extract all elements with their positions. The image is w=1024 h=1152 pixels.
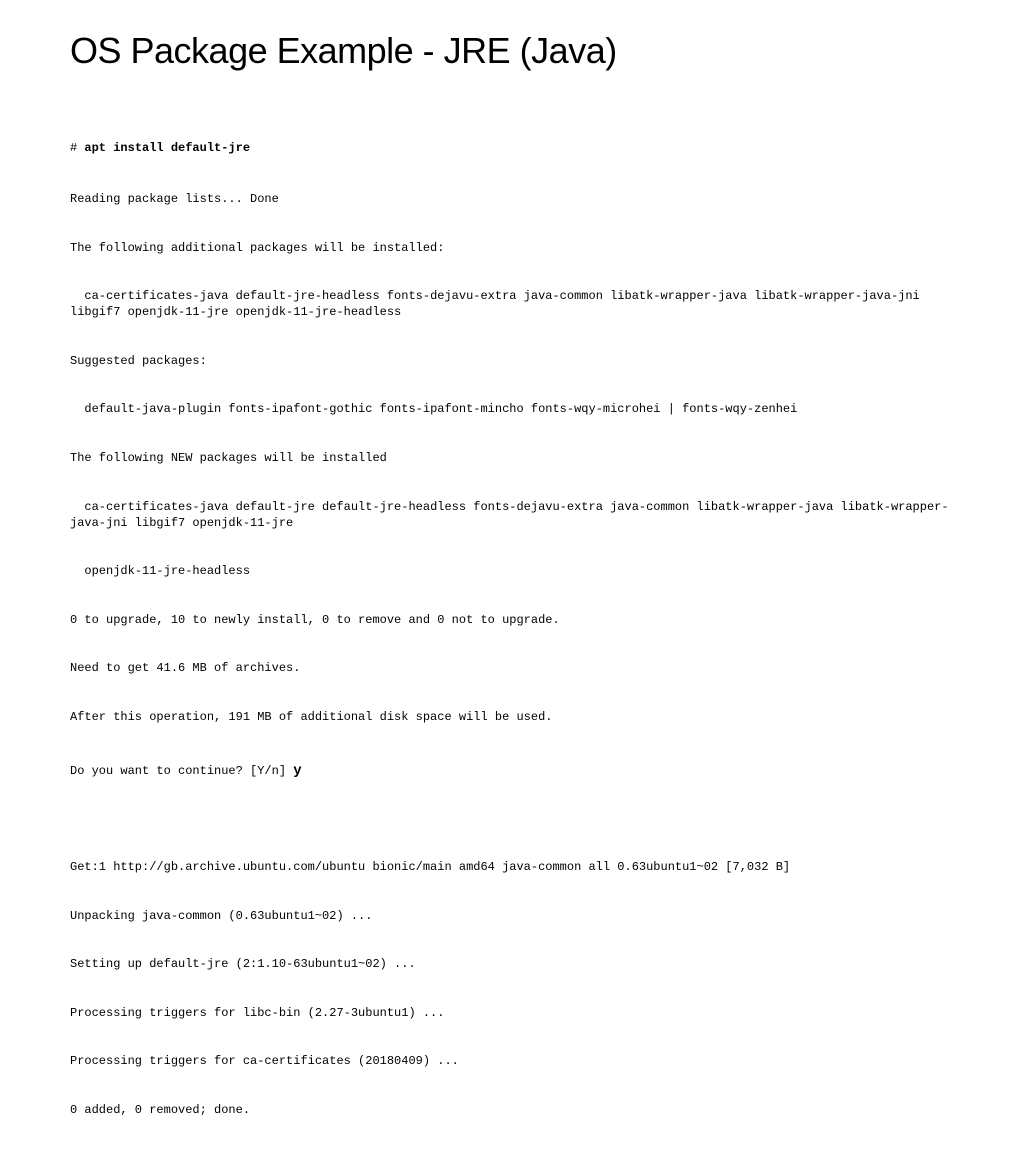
output-line: ca-certificates-java default-jre default… (70, 499, 954, 531)
output-line: Processing triggers for libc-bin (2.27-3… (70, 1005, 954, 1021)
output-line: Unpacking java-common (0.63ubuntu1~02) .… (70, 908, 954, 924)
output-line: Get:1 http://gb.archive.ubuntu.com/ubunt… (70, 859, 954, 875)
page-title: OS Package Example - JRE (Java) (70, 30, 954, 72)
output-line: The following additional packages will b… (70, 240, 954, 256)
output-line: After this operation, 191 MB of addition… (70, 709, 954, 725)
output-line: 0 to upgrade, 10 to newly install, 0 to … (70, 612, 954, 628)
output-block-lower: Get:1 http://gb.archive.ubuntu.com/ubunt… (70, 827, 954, 1152)
confirm-answer: y (293, 763, 301, 779)
prompt-hash: # (70, 141, 77, 155)
output-line: Suggested packages: (70, 353, 954, 369)
output-line: The following NEW packages will be insta… (70, 450, 954, 466)
terminal-output: # apt install default-jre Reading packag… (70, 108, 954, 1152)
output-line: default-java-plugin fonts-ipafont-gothic… (70, 401, 954, 417)
prompt-command: apt install default-jre (84, 141, 250, 155)
output-line: Running hooks in /etc/ca-certificates/up… (70, 1151, 954, 1152)
output-line: ca-certificates-java default-jre-headles… (70, 288, 954, 320)
output-line: Setting up default-jre (2:1.10-63ubuntu1… (70, 956, 954, 972)
output-line: openjdk-11-jre-headless (70, 563, 954, 579)
command-prompt: # apt install default-jre (70, 140, 954, 156)
output-line: Need to get 41.6 MB of archives. (70, 660, 954, 676)
output-line: Reading package lists... Done (70, 191, 954, 207)
output-line: 0 added, 0 removed; done. (70, 1102, 954, 1118)
confirm-prompt: Do you want to continue? [Y/n] y (70, 762, 954, 781)
output-line: Processing triggers for ca-certificates … (70, 1053, 954, 1069)
confirm-question: Do you want to continue? [Y/n] (70, 764, 293, 778)
